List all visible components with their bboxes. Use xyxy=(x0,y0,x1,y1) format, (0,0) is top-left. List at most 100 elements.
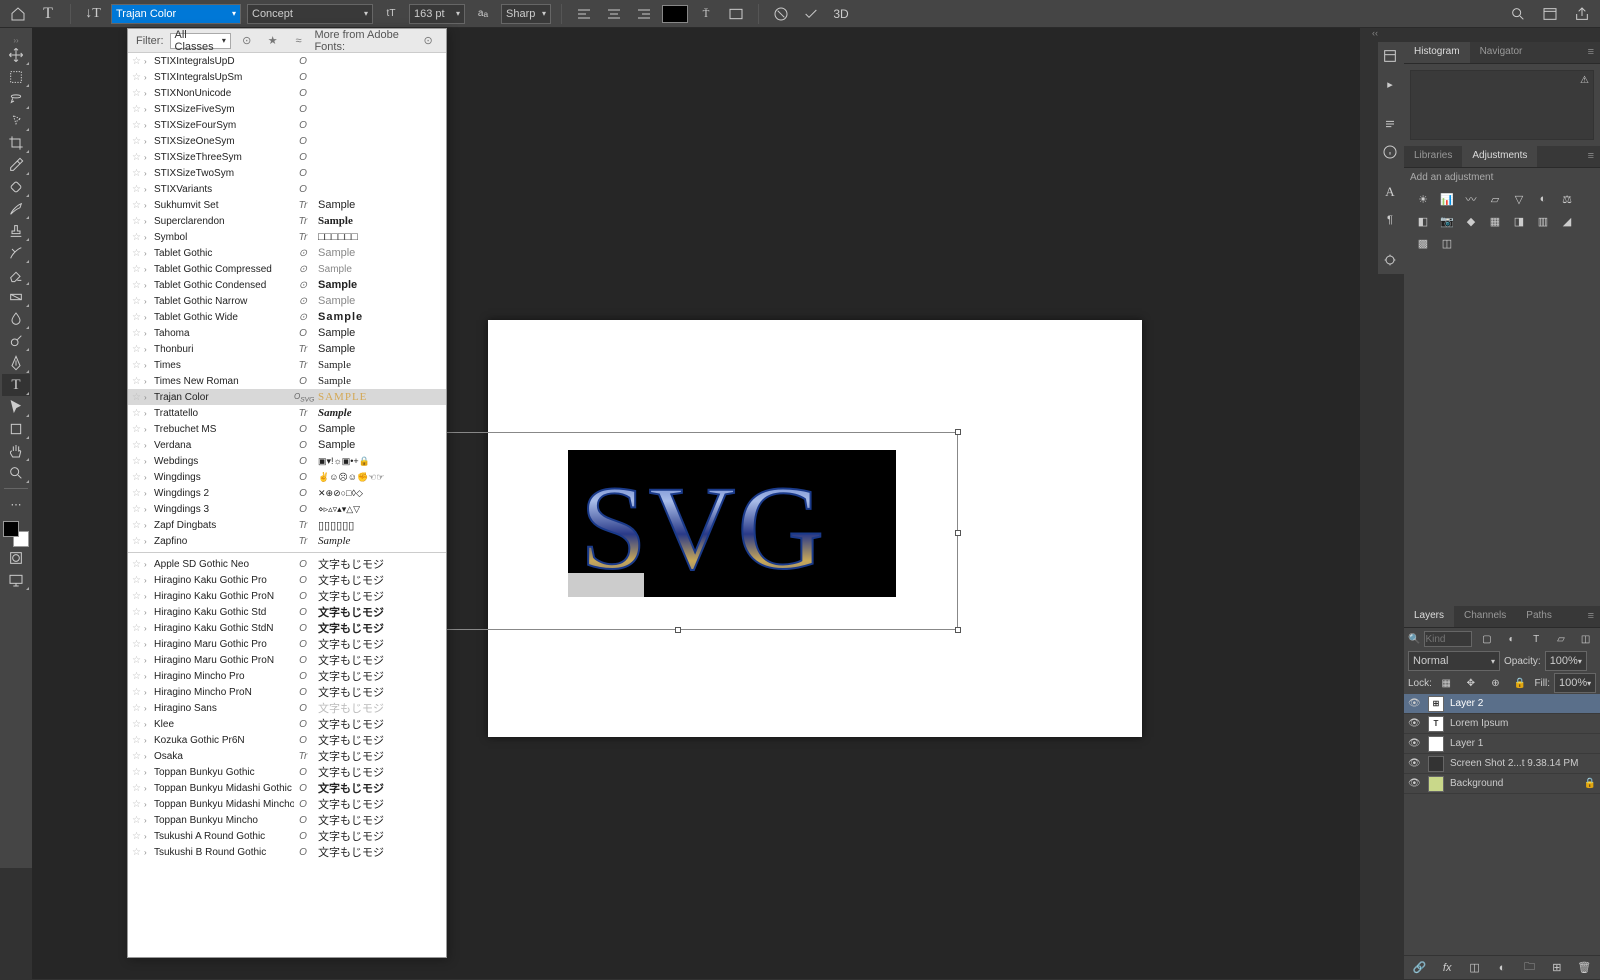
tab-adjustments[interactable]: Adjustments xyxy=(1462,146,1537,167)
commit-icon[interactable] xyxy=(799,2,823,26)
expand-icon[interactable]: › xyxy=(144,640,154,649)
star-icon[interactable]: ☆ xyxy=(132,815,144,826)
font-row[interactable]: ☆›Toppan Bunkyu MinchoO文字もじモジ xyxy=(128,812,446,828)
star-icon[interactable]: ☆ xyxy=(132,472,144,483)
expand-icon[interactable]: › xyxy=(144,249,154,258)
star-icon[interactable]: ☆ xyxy=(132,488,144,499)
move-tool[interactable] xyxy=(2,44,30,66)
font-row[interactable]: ☆›Trebuchet MSOSample xyxy=(128,421,446,437)
lock-artboard-icon[interactable]: ⊕ xyxy=(1485,671,1506,695)
tab-libraries[interactable]: Libraries xyxy=(1404,146,1462,167)
font-row[interactable]: ☆›Hiragino Maru Gothic ProNO文字もじモジ xyxy=(128,652,446,668)
expand-icon[interactable]: › xyxy=(144,169,154,178)
font-filter-combo[interactable]: All Classes▾ xyxy=(170,33,231,49)
screen-mode-tool[interactable] xyxy=(2,569,30,591)
eraser-tool[interactable] xyxy=(2,264,30,286)
font-row[interactable]: ☆›STIXSizeOneSymO xyxy=(128,133,446,149)
expand-icon[interactable]: › xyxy=(144,848,154,857)
align-center-icon[interactable] xyxy=(602,2,626,26)
font-row[interactable]: ☆›Kozuka Gothic Pr6NO文字もじモジ xyxy=(128,732,446,748)
expand-icon[interactable]: › xyxy=(144,281,154,290)
filter-smart-icon[interactable]: ◫ xyxy=(1575,627,1596,651)
shape-tool[interactable] xyxy=(2,418,30,440)
stamp-tool[interactable] xyxy=(2,220,30,242)
star-icon[interactable]: ☆ xyxy=(132,607,144,618)
star-icon[interactable]: ☆ xyxy=(132,152,144,163)
expand-icon[interactable]: › xyxy=(144,393,154,402)
layer-mask-icon[interactable]: ◫ xyxy=(1465,956,1484,980)
star-icon[interactable]: ☆ xyxy=(132,703,144,714)
star-icon[interactable]: ☆ xyxy=(132,591,144,602)
star-icon[interactable]: ☆ xyxy=(132,655,144,666)
expand-icon[interactable]: › xyxy=(144,441,154,450)
text-color-swatch[interactable] xyxy=(662,5,688,23)
star-icon[interactable]: ☆ xyxy=(132,200,144,211)
dock-character-icon[interactable]: A xyxy=(1378,178,1402,206)
font-row[interactable]: ☆›STIXSizeThreeSymO xyxy=(128,149,446,165)
lasso-tool[interactable] xyxy=(2,88,30,110)
dock-info-icon[interactable] xyxy=(1378,138,1402,166)
star-icon[interactable]: ☆ xyxy=(132,280,144,291)
panel3-menu-icon[interactable]: ≡ xyxy=(1582,606,1600,627)
font-row[interactable]: ☆›ThonburiTrSample xyxy=(128,341,446,357)
expand-icon[interactable]: › xyxy=(144,233,154,242)
star-icon[interactable]: ☆ xyxy=(132,735,144,746)
font-row[interactable]: ☆›Hiragino SansO文字もじモジ xyxy=(128,700,446,716)
layer-kind-filter[interactable] xyxy=(1424,631,1472,647)
text-orientation-icon[interactable]: ↓T xyxy=(81,2,105,26)
adj-levels-icon[interactable]: 📊 xyxy=(1438,191,1456,207)
expand-icon[interactable]: › xyxy=(144,345,154,354)
font-row[interactable]: ☆›Hiragino Kaku Gothic StdNO文字もじモジ xyxy=(128,620,446,636)
quick-mask-tool[interactable] xyxy=(2,547,30,569)
font-row[interactable]: ☆›WebdingsO▣▾!☼▣•+🔒 xyxy=(128,453,446,469)
font-filter-star-icon[interactable]: ★ xyxy=(263,29,283,53)
visibility-icon[interactable]: 👁 xyxy=(1408,778,1422,789)
visibility-icon[interactable]: 👁 xyxy=(1408,738,1422,749)
expand-icon[interactable]: › xyxy=(144,377,154,386)
tab-histogram[interactable]: Histogram xyxy=(1404,42,1470,63)
new-layer-icon[interactable]: ⊞ xyxy=(1547,956,1566,980)
star-icon[interactable]: ☆ xyxy=(132,639,144,650)
star-icon[interactable]: ☆ xyxy=(132,847,144,858)
workspace-icon[interactable] xyxy=(1538,2,1562,26)
adobe-fonts-icon[interactable]: ⊙ xyxy=(418,29,438,53)
expand-icon[interactable]: › xyxy=(144,57,154,66)
expand-icon[interactable]: › xyxy=(144,816,154,825)
visibility-icon[interactable]: 👁 xyxy=(1408,758,1422,769)
star-icon[interactable]: ☆ xyxy=(132,248,144,259)
expand-icon[interactable]: › xyxy=(144,768,154,777)
font-filter-similar-icon[interactable]: ≈ xyxy=(289,29,309,53)
font-row[interactable]: ☆›Tablet Gothic Condensed⊙Sample xyxy=(128,277,446,293)
adj-bw-icon[interactable]: ◧ xyxy=(1414,213,1432,229)
font-row[interactable]: ☆›Hiragino Maru Gothic ProO文字もじモジ xyxy=(128,636,446,652)
font-row[interactable]: ☆›Apple SD Gothic NeoO文字もじモジ xyxy=(128,556,446,572)
adj-invert-icon[interactable]: ◨ xyxy=(1510,213,1528,229)
handle-s[interactable] xyxy=(675,627,681,633)
expand-icon[interactable]: › xyxy=(144,656,154,665)
filter-adj-icon[interactable]: ◐ xyxy=(1501,627,1522,651)
font-row[interactable]: ☆›STIXVariantsO xyxy=(128,181,446,197)
font-row[interactable]: ☆›STIXSizeFourSymO xyxy=(128,117,446,133)
handle-se[interactable] xyxy=(955,627,961,633)
star-icon[interactable]: ☆ xyxy=(132,120,144,131)
expand-icon[interactable]: › xyxy=(144,473,154,482)
font-row[interactable]: ☆›Wingdings 2O✕⊕⊘○□◊◇ xyxy=(128,485,446,501)
layer-search-icon[interactable]: 🔍 xyxy=(1408,634,1420,645)
adj-selective-icon[interactable]: ◫ xyxy=(1438,235,1456,251)
star-icon[interactable]: ☆ xyxy=(132,831,144,842)
font-row[interactable]: ☆›SuperclarendonTrSample xyxy=(128,213,446,229)
font-row[interactable]: ☆›Toppan Bunkyu Midashi GothicO文字もじモジ xyxy=(128,780,446,796)
right-panels-collapse[interactable]: ‹‹ xyxy=(1364,28,1378,42)
fill-combo[interactable]: 100%▾ xyxy=(1554,673,1596,693)
star-icon[interactable]: ☆ xyxy=(132,751,144,762)
font-filter-tk-icon[interactable]: ⊙ xyxy=(237,29,257,53)
expand-icon[interactable]: › xyxy=(144,672,154,681)
histogram-warning-icon[interactable]: ⚠ xyxy=(1580,75,1589,86)
dock-history-icon[interactable] xyxy=(1378,42,1402,70)
font-style-combo[interactable]: Concept▾ xyxy=(247,4,373,24)
font-row[interactable]: ☆›Hiragino Mincho ProO文字もじモジ xyxy=(128,668,446,684)
expand-icon[interactable]: › xyxy=(144,185,154,194)
tab-layers[interactable]: Layers xyxy=(1404,606,1454,627)
star-icon[interactable]: ☆ xyxy=(132,408,144,419)
font-row[interactable]: ☆›Wingdings 3O⋄▹▵▿▴▾△▽ xyxy=(128,501,446,517)
